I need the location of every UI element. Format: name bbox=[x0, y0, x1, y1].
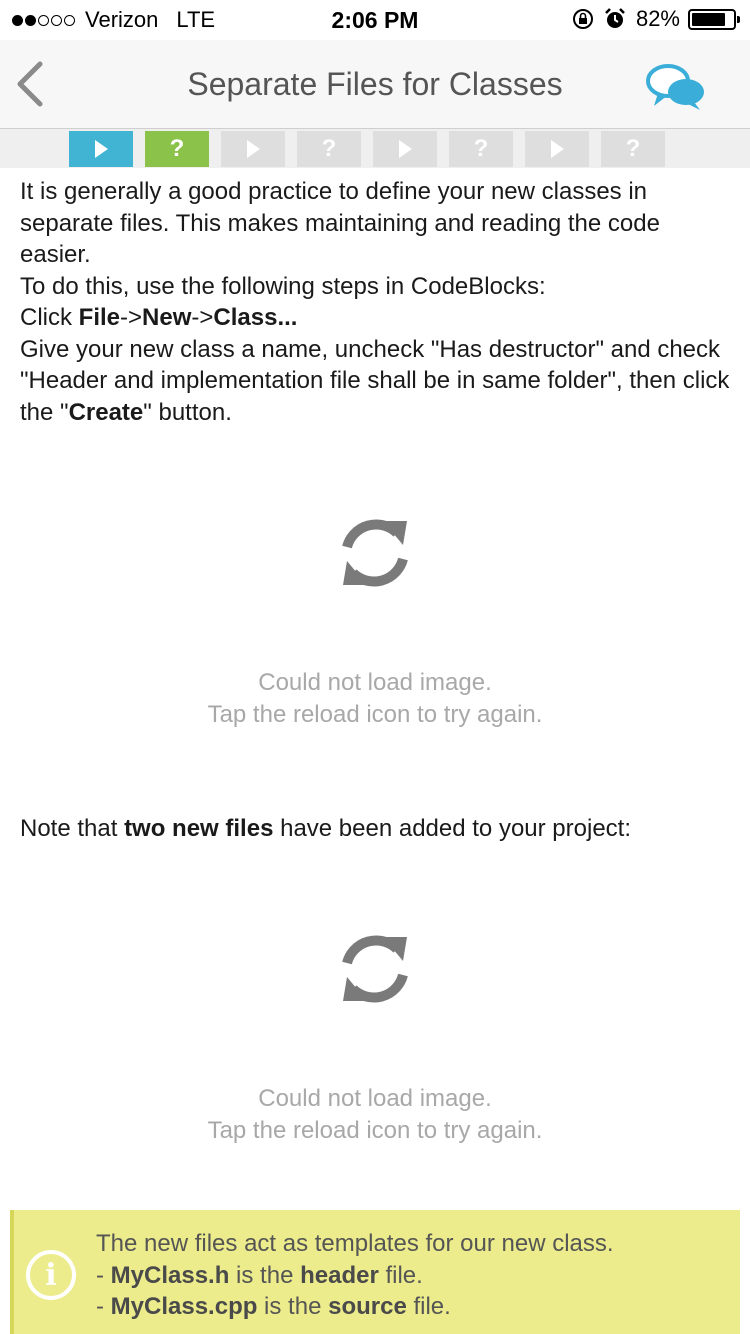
intro-paragraph: It is generally a good practice to defin… bbox=[20, 178, 660, 268]
battery-icon bbox=[688, 8, 740, 30]
info-line-3: - MyClass.cpp is the source file. bbox=[96, 1291, 614, 1323]
status-right: 82% bbox=[572, 6, 740, 32]
source-file-name: MyClass.cpp bbox=[110, 1293, 258, 1320]
image-placeholder: Could not load image. Tap the reload ico… bbox=[0, 503, 750, 730]
info-icon: i bbox=[26, 1250, 76, 1300]
menu-arrow: -> bbox=[120, 304, 143, 331]
info-dash: - bbox=[96, 1293, 111, 1320]
lesson-progress-tabs: ? ? ? ? bbox=[0, 129, 750, 168]
play-icon bbox=[94, 140, 108, 158]
info-line-2: - MyClass.h is the header file. bbox=[96, 1260, 614, 1292]
header-word: header bbox=[300, 1261, 379, 1289]
comments-button[interactable] bbox=[644, 62, 708, 112]
tab-quiz-3[interactable]: ? bbox=[449, 131, 513, 167]
info-connector: is the bbox=[257, 1293, 329, 1320]
play-icon bbox=[550, 140, 564, 158]
load-error-text: Could not load image. bbox=[258, 1085, 492, 1112]
note-text: Note that two new files have been added … bbox=[20, 813, 735, 845]
instructions-end: " button. bbox=[143, 398, 232, 426]
image-placeholder: Could not load image. Tap the reload ico… bbox=[0, 919, 750, 1146]
battery-level bbox=[692, 12, 725, 26]
chat-bubbles-icon bbox=[646, 64, 704, 110]
tab-lesson-1[interactable] bbox=[69, 131, 133, 167]
page-title: Separate Files for Classes bbox=[187, 66, 563, 102]
battery-percent: 82% bbox=[635, 6, 680, 31]
tab-quiz-label: ? bbox=[625, 135, 641, 162]
load-error-text: Could not load image. bbox=[258, 669, 492, 696]
tab-lesson-4[interactable] bbox=[525, 131, 589, 167]
info-file-word: file. bbox=[378, 1261, 423, 1289]
menu-file: File bbox=[78, 304, 121, 331]
info-file-word: file. bbox=[406, 1293, 451, 1320]
note-bold: two new files bbox=[124, 815, 274, 842]
note-prefix: Note that bbox=[20, 815, 125, 842]
lesson-content: It is generally a good practice to defin… bbox=[20, 176, 735, 428]
tab-quiz-2[interactable]: ? bbox=[297, 131, 361, 167]
tab-quiz-label: ? bbox=[473, 135, 489, 162]
menu-arrow: -> bbox=[191, 304, 214, 331]
click-prefix: Click bbox=[20, 304, 79, 331]
status-bar: Verizon LTE 2:06 PM 82% bbox=[0, 0, 750, 40]
info-line-1: The new files act as templates for our n… bbox=[96, 1230, 614, 1257]
info-text: The new files act as templates for our n… bbox=[96, 1228, 614, 1323]
menu-class: Class... bbox=[213, 304, 298, 331]
create-button-label: Create bbox=[68, 398, 144, 426]
info-connector: is the bbox=[229, 1261, 301, 1289]
alarm-icon bbox=[604, 8, 626, 30]
load-error-hint: Tap the reload icon to try again. bbox=[207, 700, 543, 728]
info-box: i The new files act as templates for our… bbox=[10, 1210, 740, 1334]
reload-icon[interactable] bbox=[331, 919, 419, 1019]
navigation-bar: Separate Files for Classes bbox=[0, 40, 750, 129]
info-dash: - bbox=[96, 1261, 111, 1289]
instructions: Give your new class a name, uncheck "Has… bbox=[20, 334, 735, 429]
tab-quiz-label: ? bbox=[169, 135, 185, 162]
tab-quiz-4[interactable]: ? bbox=[601, 131, 665, 167]
tab-lesson-3[interactable] bbox=[373, 131, 437, 167]
play-icon bbox=[246, 140, 260, 158]
play-icon bbox=[398, 140, 412, 158]
menu-path: Click File->New->Class... bbox=[20, 302, 735, 334]
tab-quiz-label: ? bbox=[321, 135, 337, 162]
steps-intro: To do this, use the following steps in C… bbox=[20, 272, 546, 300]
source-word: source bbox=[328, 1293, 407, 1320]
header-file-name: MyClass.h bbox=[110, 1261, 230, 1289]
menu-new: New bbox=[142, 304, 192, 331]
rotation-lock-icon bbox=[572, 8, 594, 30]
reload-icon[interactable] bbox=[331, 503, 419, 603]
tab-lesson-2[interactable] bbox=[221, 131, 285, 167]
note-paragraph: Note that two new files have been added … bbox=[20, 813, 735, 845]
tab-quiz-1[interactable]: ? bbox=[145, 131, 209, 167]
load-error-hint: Tap the reload icon to try again. bbox=[207, 1116, 543, 1144]
note-suffix: have been added to your project: bbox=[273, 815, 632, 842]
